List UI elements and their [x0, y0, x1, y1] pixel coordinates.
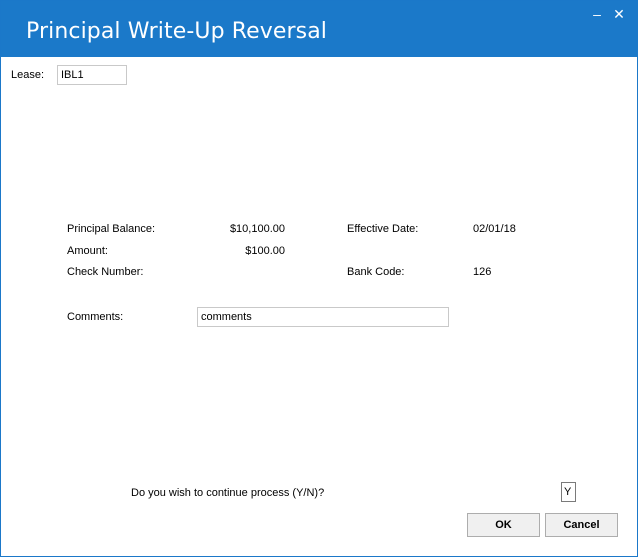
window-title: Principal Write-Up Reversal	[26, 19, 328, 44]
check-number-label: Check Number:	[67, 266, 144, 278]
continue-prompt: Do you wish to continue process (Y/N)?	[131, 487, 325, 499]
comments-input[interactable]: comments	[197, 307, 449, 327]
bank-code-value: 126	[473, 266, 492, 278]
cancel-button[interactable]: Cancel	[545, 513, 618, 537]
dialog-window: Principal Write-Up Reversal – ✕ Lease: I…	[0, 0, 638, 557]
comments-label: Comments:	[67, 311, 124, 323]
continue-answer-input[interactable]: Y	[561, 482, 576, 502]
amount-label: Amount:	[67, 245, 108, 257]
amount-value: $100.00	[245, 245, 285, 257]
minimize-icon[interactable]: –	[589, 6, 605, 22]
principal-balance-value: $10,100.00	[229, 223, 285, 235]
lease-input[interactable]: IBL1	[57, 65, 127, 85]
lease-label: Lease:	[11, 69, 45, 81]
ok-button[interactable]: OK	[467, 513, 540, 537]
close-icon[interactable]: ✕	[611, 6, 627, 22]
title-bar: Principal Write-Up Reversal – ✕	[1, 1, 637, 57]
principal-balance-label: Principal Balance:	[67, 223, 156, 235]
effective-date-label: Effective Date:	[347, 223, 419, 235]
effective-date-value: 02/01/18	[473, 223, 516, 235]
bank-code-label: Bank Code:	[347, 266, 405, 278]
